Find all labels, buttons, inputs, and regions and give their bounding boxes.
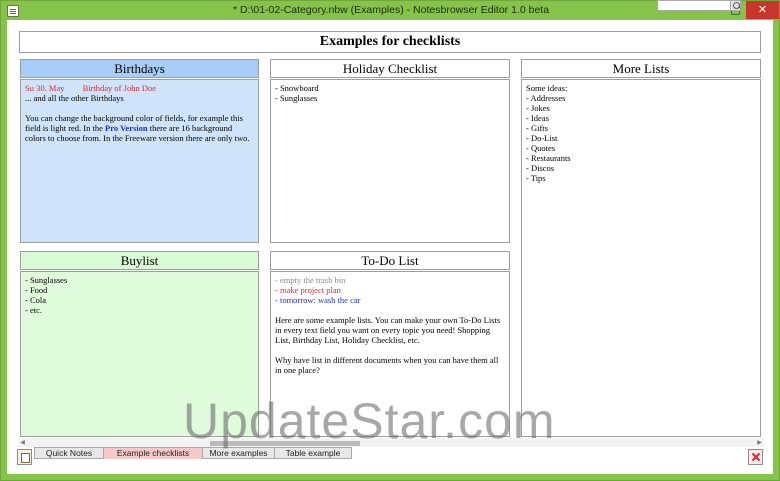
more-lists-text-field[interactable]: Some ideas: - Addresses - Jokes - Ideas … [521, 79, 761, 437]
scroll-right-icon[interactable]: ▶ [755, 438, 764, 447]
list-item: - Snowboard [275, 83, 319, 93]
holiday-list: - Snowboard - Sunglasses [275, 83, 505, 103]
todo-description: Here are some example lists. You can mak… [275, 315, 501, 345]
delete-page-icon[interactable] [748, 449, 763, 465]
more-lists-intro: Some ideas: [526, 83, 568, 93]
birthday-entry: Su 30. May Birthday of John Doe [25, 83, 254, 93]
page-title[interactable]: Examples for checklists [19, 31, 761, 53]
list-item: - Gifts [526, 123, 548, 133]
birthdays-text-field[interactable]: Su 30. May Birthday of John Doe ... and … [20, 79, 259, 243]
list-item: - Do-List [526, 133, 558, 143]
todo-item-urgent: - make project plan [275, 285, 341, 295]
new-page-icon[interactable] [17, 449, 32, 465]
list-item: - Jokes [526, 103, 550, 113]
list-item: - Food [25, 285, 48, 295]
list-item: - Ideas [526, 113, 549, 123]
buylist-header[interactable]: Buylist [20, 251, 259, 270]
watermark-underline [210, 441, 360, 446]
list-item: - Sunglasses [275, 93, 318, 103]
list-item: - Restaurants [526, 153, 571, 163]
ideas-list: - Addresses - Jokes - Ideas - Gifts - Do… [526, 93, 756, 183]
holiday-checklist-text-field[interactable]: - Snowboard - Sunglasses [270, 79, 510, 243]
scroll-left-icon[interactable]: ◀ [18, 438, 27, 447]
list-item: - Addresses [526, 93, 566, 103]
holiday-checklist-header[interactable]: Holiday Checklist [270, 59, 510, 78]
list-item: - Tips [526, 173, 546, 183]
todo-item-done: - empty the trash bin [275, 275, 346, 285]
list-item: - Quotes [526, 143, 556, 153]
more-lists-header[interactable]: More Lists [521, 59, 761, 78]
birthday-event: Birthday of John Doe [82, 83, 156, 93]
pro-version-link[interactable]: Pro Version [105, 123, 148, 133]
search-icon[interactable] [730, 0, 741, 11]
todo-item-tomorrow: - tomorrow: wash the car [275, 295, 361, 305]
todo-list-header[interactable]: To-Do List [270, 251, 510, 270]
list-item: - Cola [25, 295, 47, 305]
buylist-list: - Sunglasses - Food - Cola - etc. [25, 275, 254, 315]
list-item: - Discos [526, 163, 555, 173]
list-item: - etc. [25, 305, 42, 315]
birthday-description: You can change the background color of f… [25, 113, 254, 143]
birthday-note: ... and all the other Birthdays [25, 93, 124, 103]
birthdays-header[interactable]: Birthdays [20, 59, 259, 78]
search-input[interactable] [657, 0, 741, 11]
tab-quick-notes[interactable]: Quick Notes [34, 447, 104, 459]
todo-question: Why have list in different documents whe… [275, 355, 499, 375]
birthday-date: Su 30. May [25, 83, 65, 93]
page-tab-bar: Quick Notes Example checklists More exam… [7, 447, 773, 474]
list-item: - Sunglasses [25, 275, 68, 285]
close-icon[interactable]: ✕ [746, 1, 779, 19]
